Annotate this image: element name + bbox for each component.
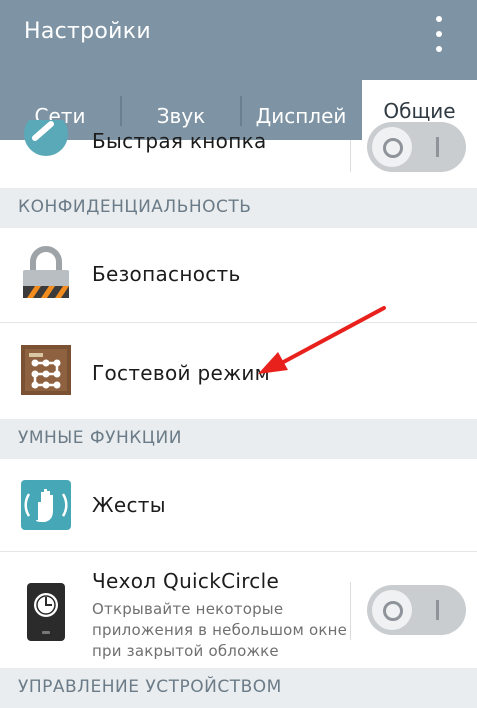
section-smart-label: УМНЫЕ ФУНКЦИИ xyxy=(18,428,182,448)
app-title: Настройки xyxy=(24,19,151,44)
section-privacy: КОНФИДЕНЦИАЛЬНОСТЬ xyxy=(0,188,477,228)
toggle-knob xyxy=(372,590,412,630)
guest-mode-row[interactable]: Гостевой режим xyxy=(0,323,477,419)
quick-button-row[interactable]: Быстрая кнопка xyxy=(0,120,477,188)
quickcircle-subtitle-line-1: Открывайте некоторые xyxy=(92,600,284,618)
guest-door-icon xyxy=(21,345,71,395)
quickcircle-title: Чехол QuickCircle xyxy=(92,569,280,593)
padlock-icon xyxy=(23,246,69,298)
quick-button-title: Быстрая кнопка xyxy=(92,129,267,153)
guest-mode-title: Гостевой режим xyxy=(92,361,271,385)
security-title: Безопасность xyxy=(92,262,241,286)
toggle-knob xyxy=(372,127,412,167)
app-bar: Настройки xyxy=(0,0,477,68)
section-privacy-label: КОНФИДЕНЦИАЛЬНОСТЬ xyxy=(18,197,252,217)
toggle-separator xyxy=(350,140,351,172)
section-smart-features: УМНЫЕ ФУНКЦИИ xyxy=(0,419,477,459)
annotation-arrow-icon xyxy=(258,306,386,374)
quick-button-icon xyxy=(24,120,68,156)
gestures-row[interactable]: Жесты xyxy=(0,459,477,551)
quickcircle-toggle[interactable] xyxy=(367,585,466,635)
security-row[interactable]: Безопасность xyxy=(0,228,477,322)
quickcircle-subtitle-line-2: приложения в небольшом окне xyxy=(92,621,348,639)
toggle-off-mark xyxy=(436,137,439,157)
toggle-off-mark xyxy=(436,600,439,620)
quickcircle-row[interactable]: Чехол QuickCircle Открывайте некоторые п… xyxy=(0,552,477,668)
gestures-title: Жесты xyxy=(92,493,166,517)
quick-button-toggle[interactable] xyxy=(367,122,466,172)
toggle-separator xyxy=(350,582,351,640)
overflow-menu-icon[interactable] xyxy=(428,14,450,54)
section-device-management: УПРАВЛЕНИЕ УСТРОЙСТВОМ xyxy=(0,668,477,708)
quickcircle-subtitle-line-3: при закрытой обложке xyxy=(92,642,279,660)
hand-gesture-icon xyxy=(21,480,71,530)
quickcircle-case-icon xyxy=(27,583,65,641)
section-device-label: УПРАВЛЕНИЕ УСТРОЙСТВОМ xyxy=(18,677,282,697)
